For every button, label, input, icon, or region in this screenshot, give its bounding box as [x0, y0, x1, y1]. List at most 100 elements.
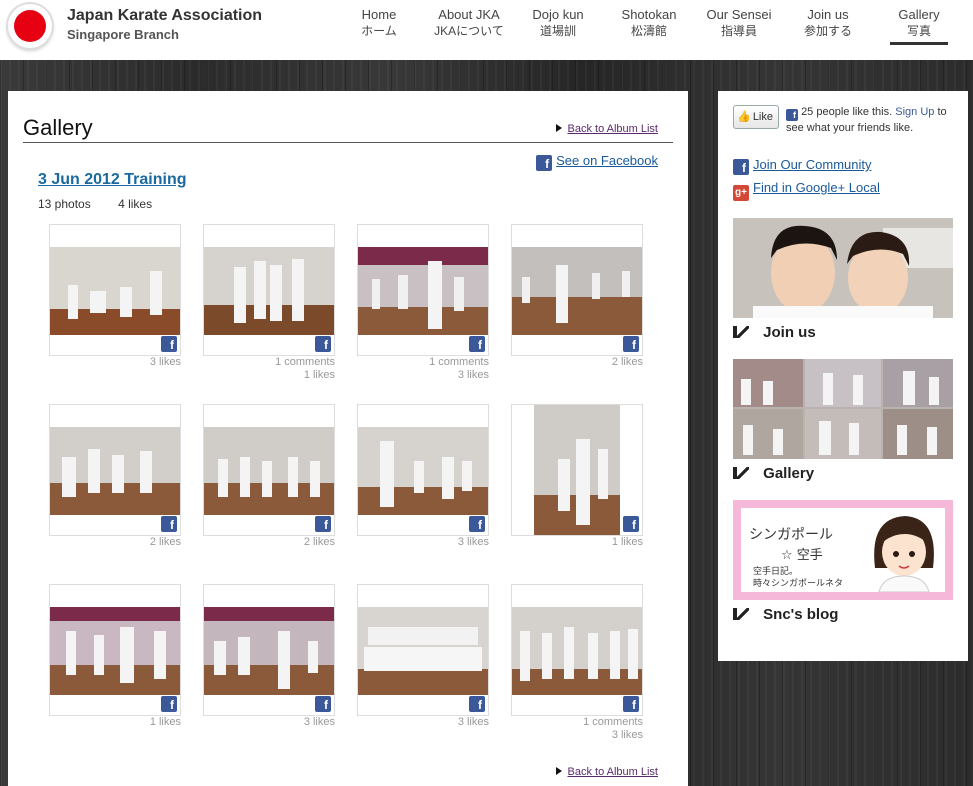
- back-to-album-list-top[interactable]: Back to Album List: [556, 123, 659, 135]
- blog-banner-caption: 空手日記。 時々シンガポールネタ: [753, 566, 843, 590]
- nav-our-sensei[interactable]: Our Sensei 指導員: [704, 6, 774, 40]
- facebook-icon: f: [536, 155, 553, 171]
- gallery-text: Gallery: [763, 465, 815, 482]
- facebook-icon[interactable]: f: [315, 696, 331, 712]
- photo-comments: 1 comments: [275, 356, 335, 368]
- photo-image: [512, 607, 642, 695]
- back-to-album-list-bottom[interactable]: Back to Album List: [556, 766, 659, 778]
- facebook-icon[interactable]: f: [469, 336, 485, 352]
- brand-title[interactable]: Japan Karate Association: [67, 7, 262, 25]
- photo-thumb[interactable]: f: [203, 404, 335, 536]
- nav-join-us[interactable]: Join us 参加する: [800, 6, 856, 40]
- sign-up-link[interactable]: Sign Up: [895, 106, 934, 118]
- photo-meta: 1 comments 1 likes: [203, 356, 335, 382]
- site-header: Japan Karate Association Singapore Branc…: [0, 0, 973, 60]
- photo-thumb[interactable]: f: [357, 584, 489, 716]
- photo-likes: 3 likes: [457, 536, 489, 548]
- blog-banner[interactable]: シンガポール ☆ 空手 空手日記。 時々シンガポールネタ: [733, 500, 953, 600]
- photo-meta: 2 likes: [511, 356, 643, 369]
- photo-thumb[interactable]: f: [203, 224, 335, 356]
- photo-thumb[interactable]: f: [49, 224, 181, 356]
- nav-dojo-kun[interactable]: Dojo kun 道場訓: [529, 6, 587, 40]
- nav-gallery[interactable]: Gallery 写真: [890, 6, 948, 45]
- photo-likes: 1 likes: [303, 369, 335, 381]
- photo-image: [358, 247, 488, 335]
- facebook-icon[interactable]: f: [623, 516, 639, 532]
- photo-image: [204, 427, 334, 515]
- facebook-icon[interactable]: f: [623, 336, 639, 352]
- facebook-icon[interactable]: f: [469, 516, 485, 532]
- photo-thumb[interactable]: f: [357, 224, 489, 356]
- like-summary: f 25 people like this. Sign Up to see wh…: [786, 105, 956, 135]
- google-local-link[interactable]: g+ Find in Google+ Local: [733, 180, 880, 201]
- join-community-link[interactable]: f Join Our Community: [733, 157, 871, 175]
- facebook-icon[interactable]: f: [623, 696, 639, 712]
- photo-count: 13 photos: [38, 197, 91, 211]
- page-title: Gallery: [23, 115, 93, 140]
- brand-subtitle[interactable]: Singapore Branch: [67, 27, 179, 42]
- facebook-like-button[interactable]: Like: [733, 105, 779, 129]
- photo-image: [534, 405, 620, 535]
- photo-thumb[interactable]: f: [357, 404, 489, 536]
- facebook-icon[interactable]: f: [161, 336, 177, 352]
- join-community-label: Join Our Community: [753, 157, 872, 172]
- nav-label: Gallery: [898, 7, 940, 22]
- facebook-icon: f: [733, 159, 749, 175]
- nav-label-jp: 指導員: [720, 24, 757, 38]
- photo-likes: 2 likes: [149, 536, 181, 548]
- nav-label: Our Sensei: [706, 7, 772, 22]
- see-on-facebook-link[interactable]: f See on Facebook: [536, 153, 658, 171]
- blog-text: Snc's blog: [763, 606, 839, 623]
- photo-likes: 3 likes: [611, 729, 643, 741]
- nav-home[interactable]: Home ホーム: [360, 6, 398, 40]
- blog-character-illustration: [874, 516, 934, 592]
- join-us-banner[interactable]: [733, 218, 953, 318]
- google-plus-icon: g+: [733, 185, 749, 201]
- nav-label: Join us: [807, 7, 849, 22]
- nav-shotokan[interactable]: Shotokan 松濤館: [618, 6, 680, 40]
- facebook-icon[interactable]: f: [315, 336, 331, 352]
- facebook-icon: f: [786, 109, 798, 121]
- photo-likes: 2 likes: [303, 536, 335, 548]
- photo-meta: 3 likes: [357, 716, 489, 729]
- photo-thumb[interactable]: f: [49, 584, 181, 716]
- photo-likes: 3 likes: [303, 716, 335, 728]
- facebook-icon[interactable]: f: [161, 516, 177, 532]
- like-count-text: 25 people like this.: [801, 106, 893, 118]
- logo-icon[interactable]: [8, 4, 52, 48]
- gallery-label[interactable]: Gallery: [733, 465, 814, 482]
- photo-thumb[interactable]: f: [49, 404, 181, 536]
- photo-thumb[interactable]: f: [203, 584, 335, 716]
- photo-image: [50, 247, 180, 335]
- album-title[interactable]: 3 Jun 2012 Training: [38, 171, 187, 189]
- photo-image: [50, 427, 180, 515]
- gallery-banner[interactable]: [733, 359, 953, 459]
- photo-thumb[interactable]: f: [511, 584, 643, 716]
- nav-label: About JKA: [438, 7, 500, 22]
- facebook-icon[interactable]: f: [469, 696, 485, 712]
- title-divider: [23, 142, 673, 143]
- nav-label-jp: JKAについて: [434, 24, 504, 38]
- photo-likes: 3 likes: [457, 369, 489, 381]
- blog-caption-line: 時々シンガポールネタ: [753, 579, 844, 589]
- nav-label-jp: ホーム: [361, 24, 397, 38]
- photo-likes: 3 likes: [149, 356, 181, 368]
- photo-image: [204, 247, 334, 335]
- photo-thumb[interactable]: f: [511, 404, 643, 536]
- photo-likes: 3 likes: [457, 716, 489, 728]
- photo-meta: 1 comments 3 likes: [511, 716, 643, 742]
- photo-thumb[interactable]: f: [511, 224, 643, 356]
- photo-comments: 1 comments: [429, 356, 489, 368]
- join-us-photo: [733, 218, 953, 318]
- facebook-icon[interactable]: f: [315, 516, 331, 532]
- nav-about[interactable]: About JKA JKAについて: [433, 6, 505, 40]
- nav-label: Home: [361, 7, 397, 22]
- photo-image: [204, 607, 334, 695]
- photo-likes: 1 likes: [149, 716, 181, 728]
- photo-meta: 1 comments 3 likes: [357, 356, 489, 382]
- facebook-icon[interactable]: f: [161, 696, 177, 712]
- join-us-label[interactable]: Join us: [733, 324, 816, 341]
- blog-caption-line: 空手日記。: [753, 567, 799, 577]
- see-on-facebook-label: See on Facebook: [556, 153, 658, 168]
- blog-label[interactable]: Snc's blog: [733, 606, 838, 623]
